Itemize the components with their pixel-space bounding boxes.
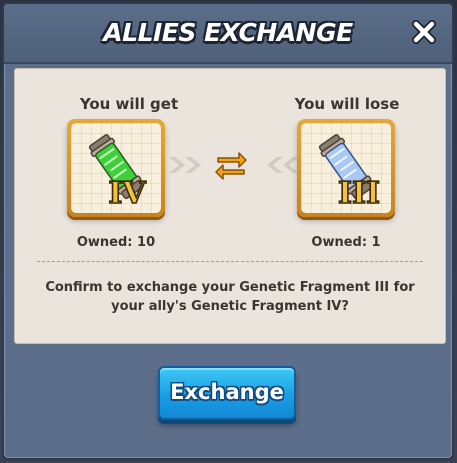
- allies-exchange-dialog: ALLIES EXCHANGE You will get You will lo…: [2, 2, 454, 460]
- dialog-title: ALLIES EXCHANGE: [103, 18, 353, 47]
- lose-item-card-bg: III: [301, 123, 391, 213]
- confirm-line-2: your ally's Genetic Fragment IV?: [111, 299, 349, 314]
- close-button[interactable]: [410, 18, 438, 46]
- chevrons-left-icon: [267, 157, 299, 173]
- dashed-divider: [37, 261, 423, 262]
- exchange-button[interactable]: Exchange: [158, 366, 296, 420]
- exchange-panel: You will get You will lose IV III Owned:…: [14, 68, 446, 344]
- confirm-message: Confirm to exchange your Genetic Fragmen…: [35, 278, 425, 316]
- close-icon: [412, 20, 436, 44]
- get-item-card-bg: IV: [71, 123, 161, 213]
- confirm-line-1: Confirm to exchange your Genetic Fragmen…: [45, 280, 415, 295]
- numeral-iv-text: IV: [108, 176, 146, 211]
- exchange-button-label: Exchange: [170, 380, 284, 404]
- numeral-iii-badge: III: [337, 175, 381, 212]
- swap-arrows-icon: [215, 152, 247, 180]
- lose-item-card[interactable]: III: [297, 119, 395, 217]
- chevrons-right-icon: [169, 157, 201, 173]
- dialog-header: ALLIES EXCHANGE: [4, 4, 452, 64]
- numeral-iii-text: III: [338, 176, 380, 211]
- numeral-iv-badge: IV: [108, 175, 148, 212]
- you-will-get-label: You will get: [79, 95, 179, 113]
- get-item-card[interactable]: IV: [67, 119, 165, 217]
- you-will-lose-label: You will lose: [294, 95, 400, 113]
- owned-get-count: Owned: 10: [76, 235, 156, 250]
- owned-lose-count: Owned: 1: [311, 235, 381, 250]
